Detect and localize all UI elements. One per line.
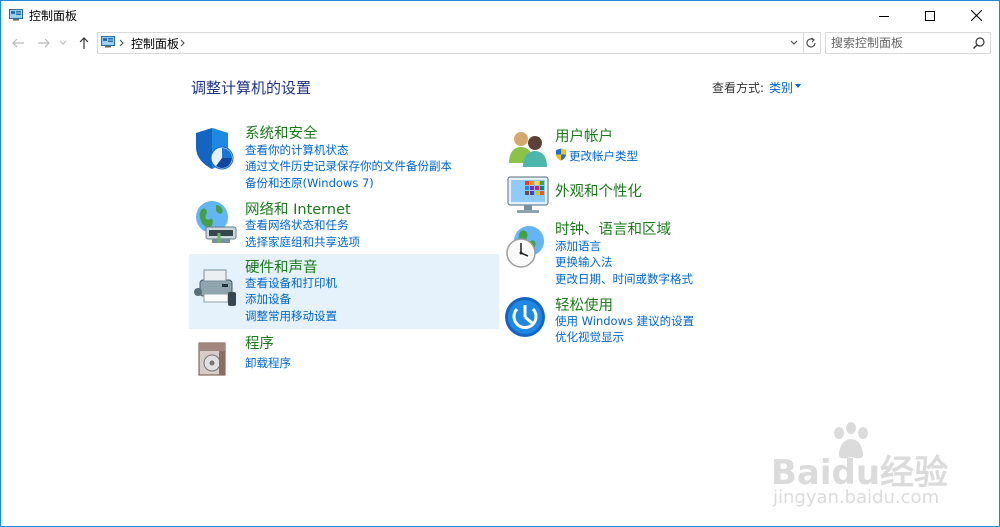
search-input[interactable] [831,35,966,51]
network-globe-icon[interactable] [192,197,240,245]
window-title: 控制面板 [29,9,78,23]
address-bar[interactable]: 控制面板 [97,32,804,54]
address-history-chevron-icon[interactable] [790,40,798,46]
control-panel-window: 控制面板 控制面板 搜索控制面板 调整计算机的设置 查看方式: 类别 系统和安全… [0,0,1000,527]
category-title-user-accounts[interactable]: 用户帐户 [555,125,613,146]
category-title-ease-of-access[interactable]: 轻松使用 [555,294,613,315]
category-system-security: 系统和安全 查看你的计算机状态 通过文件历史记录保存你的文件备份副本 备份和还原… [189,117,499,193]
close-icon [970,10,982,21]
category-title-system-security[interactable]: 系统和安全 [245,122,318,143]
monitor-color-grid-icon[interactable] [505,171,553,219]
link-change-account-type[interactable]: 更改帐户类型 [569,148,638,164]
close-button[interactable] [953,1,999,30]
category-appearance: 外观和个性化 [499,169,809,217]
search-box[interactable] [825,32,991,54]
back-button[interactable] [9,34,27,52]
users-icon[interactable] [505,125,553,173]
recent-locations-button[interactable] [57,34,69,52]
link-file-history[interactable]: 通过文件历史记录保存你的文件备份副本 [245,158,452,174]
uac-shield-icon [556,148,566,161]
back-arrow-icon [12,38,24,48]
category-hardware-sound[interactable]: 硬件和声音 查看设备和打印机 添加设备 调整常用移动设置 [189,254,499,329]
category-title-programs[interactable]: 程序 [245,332,274,353]
printer-icon[interactable] [192,262,240,310]
view-by-label: 查看方式: [712,81,765,95]
category-user-accounts: 用户帐户 更改帐户类型 [499,121,809,167]
forward-arrow-icon [38,38,50,48]
address-row: 控制面板 [1,30,999,56]
control-panel-icon [101,36,115,48]
category-title-clock-language-region[interactable]: 时钟、语言和区域 [555,218,671,239]
clock-globe-icon[interactable] [503,223,551,271]
category-title-network-internet[interactable]: 网络和 Internet [245,198,351,219]
refresh-icon [806,37,816,48]
link-mobility-settings[interactable]: 调整常用移动设置 [245,308,337,324]
title-bar[interactable]: 控制面板 [1,1,999,30]
up-arrow-icon [79,37,89,49]
search-icon[interactable] [972,36,986,50]
chevron-down-icon [59,40,67,45]
minimize-icon [879,15,889,17]
maximize-icon [925,10,935,21]
category-clock-language-region: 时钟、语言和区域 添加语言 更换输入法 更改日期、时间或数字格式 [499,215,809,289]
forward-button[interactable] [35,34,53,52]
category-programs: 程序 卸载程序 [189,331,499,376]
link-view-computer-status[interactable]: 查看你的计算机状态 [245,142,349,158]
link-add-language[interactable]: 添加语言 [555,238,601,254]
watermark-url: jingyan.baidu.com [773,487,940,508]
ease-of-access-icon[interactable] [503,295,551,343]
maximize-button[interactable] [907,1,953,30]
link-change-input-method[interactable]: 更换输入法 [555,254,613,270]
category-title-hardware-sound[interactable]: 硬件和声音 [245,256,318,277]
link-backup-restore[interactable]: 备份和还原(Windows 7) [245,175,374,191]
link-change-date-time-format[interactable]: 更改日期、时间或数字格式 [555,271,693,287]
breadcrumb-chevron-icon[interactable] [180,39,185,47]
breadcrumb-control-panel[interactable]: 控制面板 [131,35,179,52]
view-by-chevron-icon[interactable] [795,84,801,88]
link-windows-recommended-settings[interactable]: 使用 Windows 建议的设置 [555,313,694,329]
programs-box-icon[interactable] [193,335,241,383]
breadcrumb-chevron-icon[interactable] [119,39,124,47]
page-title: 调整计算机的设置 [191,79,312,97]
link-network-status[interactable]: 查看网络状态和任务 [245,217,349,233]
link-add-device[interactable]: 添加设备 [245,291,291,307]
link-devices-printers[interactable]: 查看设备和打印机 [245,275,337,291]
view-by-dropdown[interactable]: 类别 [769,79,793,96]
category-ease-of-access: 轻松使用 使用 Windows 建议的设置 优化视觉显示 [499,291,809,347]
link-uninstall-program[interactable]: 卸载程序 [245,355,291,371]
up-button[interactable] [75,34,93,52]
minimize-button[interactable] [861,1,907,30]
shield-icon[interactable] [192,125,240,173]
watermark: Baidu经验 jingyan.baidu.com [771,421,981,521]
control-panel-icon [9,9,23,21]
link-optimize-visual-display[interactable]: 优化视觉显示 [555,329,624,345]
link-homegroup-sharing[interactable]: 选择家庭组和共享选项 [245,234,360,250]
refresh-button[interactable] [802,32,821,54]
category-title-appearance[interactable]: 外观和个性化 [555,180,642,201]
category-network-internet: 网络和 Internet 查看网络状态和任务 选择家庭组和共享选项 [189,193,499,251]
